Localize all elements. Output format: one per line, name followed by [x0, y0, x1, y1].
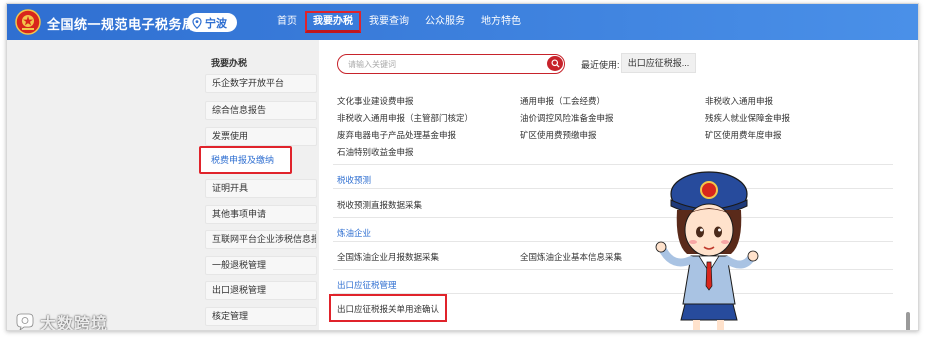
nav-home[interactable]: 首页	[269, 11, 305, 33]
site-title[interactable]: 全国统一规范电子税务局	[47, 14, 196, 33]
link-refinery-monthly[interactable]: 全国炼油企业月报数据采集	[337, 251, 439, 263]
nav-query[interactable]: 我要查询	[361, 11, 417, 33]
link-refinery-basic[interactable]: 全国炼油企业基本信息采集	[520, 251, 622, 263]
sidebar-item-other-apply[interactable]: 其他事项申请	[205, 205, 317, 224]
sidebar-item-leqi[interactable]: 乐企数字开放平台	[205, 74, 317, 93]
scrollbar[interactable]	[906, 312, 910, 330]
sidebar-item-export-refund[interactable]: 出口退税管理	[205, 281, 317, 300]
section-title-export: 出口应征税管理	[337, 280, 397, 290]
divider	[333, 269, 893, 270]
tax-emblem-icon	[15, 9, 41, 35]
tax-officer-mascot	[655, 171, 759, 330]
sidebar-item-info-report[interactable]: 综合信息报告	[205, 101, 317, 120]
top-header: 全国统一规范电子税务局 宁波 首页 我要办税 我要查询 公众服务 地方特色	[7, 4, 918, 40]
section-title-refinery: 炼油企业	[337, 228, 372, 238]
sidebar-item-invoice[interactable]: 发票使用	[205, 127, 317, 146]
location-pin-icon	[192, 16, 202, 29]
nav-tax-handling[interactable]: 我要办税	[305, 11, 361, 33]
search-icon	[550, 59, 560, 68]
sidebar-item-platform-report[interactable]: 互联网平台企业涉税信息报送	[205, 230, 317, 249]
main-nav: 首页 我要办税 我要查询 公众服务 地方特色	[269, 4, 529, 40]
link-culture-fee[interactable]: 文化事业建设费申报	[337, 95, 414, 107]
divider	[333, 217, 893, 218]
divider	[333, 188, 893, 189]
link-oil-special[interactable]: 石油特别收益金申报	[337, 146, 414, 158]
divider	[333, 164, 893, 165]
link-nontax-general[interactable]: 非税收入通用申报	[705, 95, 773, 107]
link-mining-prepay[interactable]: 矿区使用费预缴申报	[520, 129, 597, 141]
browser-frame: 全国统一规范电子税务局 宁波 首页 我要办税 我要查询 公众服务 地方特色 我要…	[6, 3, 919, 331]
brand-logo-icon	[16, 313, 34, 330]
link-nontax-verified[interactable]: 非税收入通用申报（主管部门核定）	[337, 112, 473, 124]
link-oil-reserve[interactable]: 油价调控风险准备金申报	[520, 112, 614, 124]
sidebar-item-declare-pay[interactable]: 税费申报及缴纳	[199, 146, 292, 174]
section-title-forecast: 税收预测	[337, 175, 372, 185]
link-union-fee[interactable]: 通用申报（工会经费）	[520, 95, 605, 107]
nav-local-features[interactable]: 地方特色	[473, 11, 529, 33]
nav-public-service[interactable]: 公众服务	[417, 11, 473, 33]
recent-item-chip[interactable]: 出口应征税报...	[621, 53, 696, 73]
link-mining-annual[interactable]: 矿区使用费年度申报	[705, 129, 782, 141]
link-disabled-fund[interactable]: 残疾人就业保障金申报	[705, 112, 790, 124]
sidebar-heading: 我要办税	[211, 58, 248, 68]
sidebar: 我要办税 乐企数字开放平台 综合信息报告 发票使用 税费申报及缴纳 证明开具 其…	[7, 40, 319, 330]
city-name: 宁波	[205, 17, 227, 30]
search-placeholder: 请输入关键词	[348, 60, 396, 69]
search-input[interactable]: 请输入关键词	[337, 54, 565, 74]
main-content: 请输入关键词 最近使用: 出口应征税报... 文化事业建设费申报 通用申报（工会…	[319, 40, 918, 330]
link-export-customs-confirm[interactable]: 出口应征税报关单用途确认	[337, 303, 439, 315]
search-button[interactable]	[547, 56, 563, 71]
divider	[333, 241, 893, 242]
sidebar-item-assessment[interactable]: 核定管理	[205, 307, 317, 326]
sidebar-item-certificate[interactable]: 证明开具	[205, 179, 317, 198]
link-forecast-collect[interactable]: 税收预测直报数据采集	[337, 199, 422, 211]
recent-label: 最近使用:	[581, 60, 620, 70]
sidebar-item-general-refund[interactable]: 一般退税管理	[205, 256, 317, 275]
link-ewaste-fund[interactable]: 废弃电器电子产品处理基金申报	[337, 129, 456, 141]
city-selector[interactable]: 宁波	[187, 13, 237, 32]
watermark-text: 大数跨境	[40, 316, 109, 331]
watermark: 大数跨境	[15, 310, 109, 331]
